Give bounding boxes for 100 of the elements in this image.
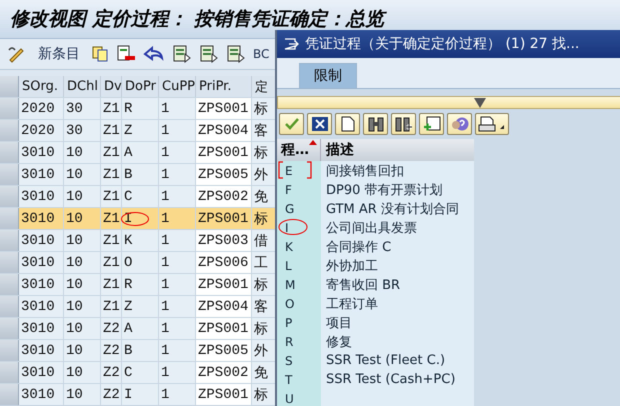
export-icon[interactable]	[172, 45, 192, 63]
table-cell: 10	[64, 186, 101, 207]
row-selector[interactable]	[0, 252, 19, 273]
new-button[interactable]	[335, 113, 360, 135]
column-header[interactable]: PriPr.	[196, 76, 252, 97]
window-title: 修改视图 定价过程： 按销售凭证确定：总览	[10, 6, 384, 32]
table-cell: Z1	[101, 142, 122, 163]
table-cell: ZPS003	[196, 230, 252, 251]
list-cell[interactable]	[321, 389, 474, 406]
row-selector[interactable]	[0, 164, 19, 185]
row-selector[interactable]	[0, 274, 19, 295]
table-cell: R	[122, 98, 159, 119]
table-cell: Z2	[101, 384, 122, 405]
table-cell: Z1	[101, 274, 122, 295]
column-header[interactable]: DChl	[64, 76, 101, 97]
column-header[interactable]: SOrg.	[19, 76, 64, 97]
list-cell[interactable]: 间接销售回扣	[321, 161, 474, 180]
binoculars-icon	[368, 116, 384, 132]
table-cell: 1	[159, 296, 196, 317]
table-cell: 1	[159, 318, 196, 339]
select-all-button[interactable]	[0, 76, 19, 97]
list-cell[interactable]: DP90 带有开票计划	[321, 180, 474, 199]
tab[interactable]: 限制	[299, 63, 357, 88]
help-button[interactable]	[447, 113, 472, 135]
cancel-button[interactable]	[307, 113, 332, 135]
table-cell: 30	[64, 98, 101, 119]
table-cell: 10	[64, 362, 101, 383]
table-cell: 10	[64, 164, 101, 185]
table-cell: Z1	[101, 208, 122, 229]
list-cell[interactable]: U	[285, 392, 294, 406]
list-cell[interactable]: 修复	[321, 332, 474, 351]
window-icon	[283, 37, 299, 51]
find-next-button[interactable]	[391, 113, 416, 135]
new-entry-button[interactable]: 新条目	[34, 45, 84, 63]
row-selector[interactable]	[0, 98, 19, 119]
toolbar-label[interactable]: BC	[253, 47, 270, 61]
row-selector[interactable]	[0, 142, 19, 163]
list-cell[interactable]: 工程订单	[321, 294, 474, 313]
list-cell[interactable]: L	[285, 258, 292, 272]
row-selector[interactable]	[0, 384, 19, 405]
row-selector[interactable]	[0, 230, 19, 251]
printer-icon	[478, 116, 506, 132]
table-cell: 3010	[19, 318, 64, 339]
confirm-button[interactable]	[279, 113, 304, 135]
table-cell: ZPS001	[196, 318, 252, 339]
column-header[interactable]: DoPr	[122, 76, 159, 97]
list-cell[interactable]: O	[285, 296, 294, 310]
table-cell: ZPS002	[196, 186, 252, 207]
table-cell: ZPS004	[196, 120, 252, 141]
column-header[interactable]: Dv	[101, 76, 122, 97]
table-cell: I	[122, 384, 159, 405]
delete-row-icon[interactable]	[116, 45, 136, 63]
list-cell[interactable]: 项目	[321, 313, 474, 332]
export-icon[interactable]	[199, 45, 219, 63]
row-selector[interactable]	[0, 318, 19, 339]
table-cell: 3010	[19, 230, 64, 251]
table-cell: ZPS001	[196, 208, 252, 229]
find-button[interactable]	[363, 113, 388, 135]
list-cell[interactable]: SSR Test (Fleet C.)	[321, 351, 474, 370]
list-cell[interactable]: P	[285, 316, 292, 330]
print-button[interactable]	[475, 113, 509, 135]
table-cell: 3010	[19, 142, 64, 163]
check-icon	[284, 117, 300, 131]
triangle-icon[interactable]	[474, 98, 486, 108]
list-cell[interactable]: 公司间出具发票	[321, 218, 474, 237]
list-cell[interactable]: SSR Test (Cash+PC)	[321, 370, 474, 389]
table-cell: 1	[159, 142, 196, 163]
table-cell: A	[122, 142, 159, 163]
row-selector[interactable]	[0, 340, 19, 361]
list-cell[interactable]: GTM AR 没有计划合同	[321, 199, 474, 218]
column-header[interactable]: CuPP	[159, 76, 196, 97]
list-cell[interactable]: 外协加工	[321, 256, 474, 275]
table-cell: 1	[159, 252, 196, 273]
table-cell: 3010	[19, 164, 64, 185]
list-cell[interactable]: 寄售收回 BR	[321, 275, 474, 294]
list-cell[interactable]: 合同操作 C	[321, 237, 474, 256]
dialog-title: 凭证过程（关于确定定价过程） (1) 27 找...	[305, 35, 580, 53]
binoculars-icon	[394, 116, 412, 132]
add-icon	[422, 116, 440, 132]
row-selector[interactable]	[0, 362, 19, 383]
table-cell: Z1	[101, 296, 122, 317]
row-selector[interactable]	[0, 296, 19, 317]
column-header[interactable]: 描述	[321, 139, 354, 161]
list-cell[interactable]: K	[285, 240, 293, 254]
table-cell: 1	[159, 186, 196, 207]
table-cell: Z2	[101, 362, 122, 383]
table-cell: Z2	[101, 340, 122, 361]
add-button[interactable]	[419, 113, 444, 135]
undo-icon[interactable]	[143, 45, 165, 63]
table-cell: ZPS004	[196, 296, 252, 317]
table-cell: 1	[159, 384, 196, 405]
row-selector[interactable]	[0, 208, 19, 229]
table-cell: C	[122, 186, 159, 207]
list-cell[interactable]: E	[285, 164, 293, 178]
help-icon	[450, 116, 468, 132]
row-selector[interactable]	[0, 186, 19, 207]
copy-icon[interactable]	[91, 45, 109, 63]
table-cell: 3010	[19, 296, 64, 317]
row-selector[interactable]	[0, 120, 19, 141]
export-icon[interactable]	[226, 45, 246, 63]
